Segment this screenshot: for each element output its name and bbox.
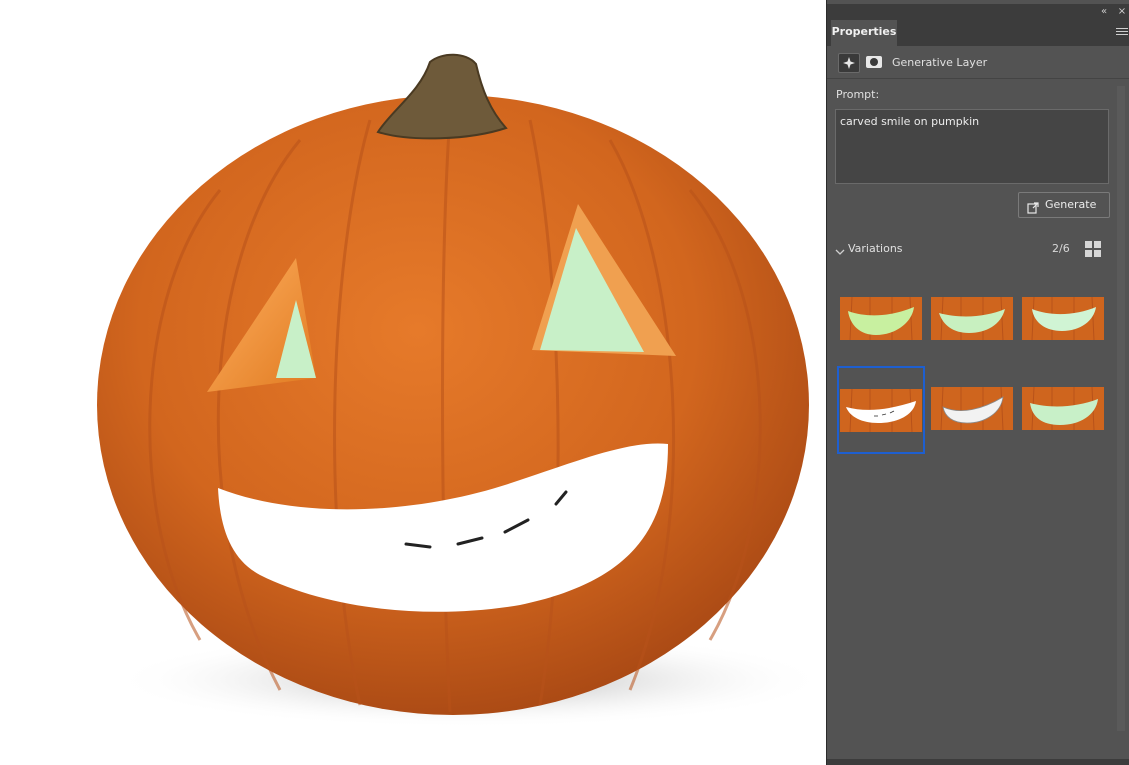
grid-view-icon[interactable]: [1085, 241, 1101, 257]
hamburger-menu-icon[interactable]: [1116, 26, 1128, 38]
variation-image: [1022, 387, 1104, 430]
variation-thumbnail-3[interactable]: [1019, 276, 1107, 364]
layer-type-row: Generative Layer: [827, 47, 1129, 79]
generate-icon: [1027, 199, 1039, 214]
variation-image: [1022, 297, 1104, 340]
panel-tabbar: Properties: [827, 20, 1129, 46]
variation-image: [840, 389, 922, 432]
panel-topbar: « ×: [827, 4, 1129, 20]
mask-icon[interactable]: [864, 53, 886, 73]
pumpkin-stem: [376, 53, 508, 140]
chevron-down-icon[interactable]: [835, 242, 845, 255]
variations-label: Variations: [848, 242, 903, 255]
panel-bottombar: [827, 759, 1129, 765]
prompt-label: Prompt:: [836, 88, 880, 101]
prompt-input[interactable]: carved smile on pumpkin: [835, 109, 1109, 184]
variations-header[interactable]: Variations 2/6: [827, 237, 1129, 261]
variations-count: 2/6: [1052, 242, 1070, 255]
document-canvas[interactable]: [0, 0, 826, 765]
variation-thumbnail-2[interactable]: [928, 276, 1016, 364]
variation-thumbnail-6[interactable]: [1019, 366, 1107, 454]
variation-image: [931, 297, 1013, 340]
pumpkin-image: [97, 53, 826, 728]
generate-button[interactable]: Generate: [1018, 192, 1110, 218]
variation-thumbnail-1[interactable]: [837, 276, 925, 364]
pumpkin-body: [97, 95, 809, 715]
panel-scrollbar[interactable]: [1117, 86, 1125, 731]
tab-properties[interactable]: Properties: [831, 20, 897, 46]
close-icon[interactable]: ×: [1115, 4, 1129, 20]
generate-label: Generate: [1045, 198, 1097, 211]
variation-thumbnail-5[interactable]: [928, 366, 1016, 454]
properties-panel: « × Properties Generative Layer Prompt: …: [826, 0, 1129, 765]
variation-thumbnail-4[interactable]: [837, 366, 925, 454]
sparkle-icon[interactable]: [838, 53, 860, 73]
variation-image: [931, 387, 1013, 430]
double-chevron-left-icon[interactable]: «: [1097, 4, 1111, 20]
variation-image: [840, 297, 922, 340]
layer-type-label: Generative Layer: [892, 56, 988, 69]
